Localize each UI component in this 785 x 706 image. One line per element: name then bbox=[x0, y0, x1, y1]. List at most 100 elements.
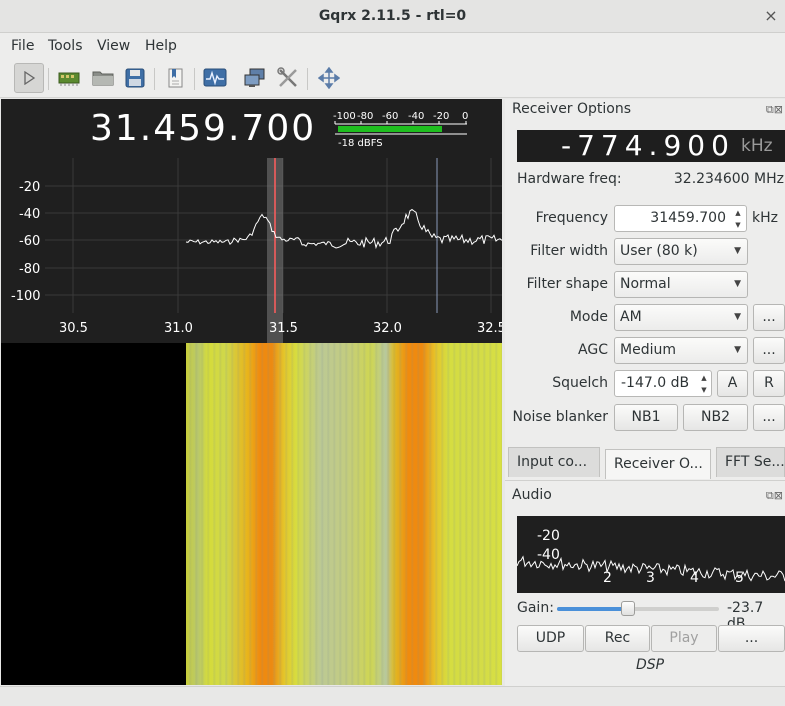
fullscreen-icon[interactable] bbox=[314, 63, 344, 93]
tab-input-controls[interactable]: Input co... bbox=[508, 447, 600, 477]
frequency-unit: kHz bbox=[752, 210, 778, 226]
hardware-freq-row: Hardware freq: 32.234600 MHz bbox=[512, 170, 785, 197]
y-tick: -20 bbox=[19, 180, 40, 195]
filter-shape-select[interactable]: Normal ▼ bbox=[614, 271, 748, 298]
audio-dock-title: Audio bbox=[512, 487, 552, 503]
meter-tick: 0 bbox=[462, 111, 468, 122]
mode-label: Mode bbox=[569, 309, 608, 325]
signal-meter: -100 -80 -60 -40 -20 0 -18 dBFS bbox=[333, 111, 468, 149]
dock-float-icon[interactable]: ⧉⊠ bbox=[766, 489, 783, 503]
squelch-input[interactable]: -147.0 dB ▲ ▼ bbox=[614, 370, 712, 397]
nb-options-button[interactable]: ... bbox=[753, 404, 785, 431]
gain-slider[interactable] bbox=[557, 601, 719, 616]
x-tick: 32.5 bbox=[477, 321, 502, 336]
noise-blanker-label: Noise blanker bbox=[512, 409, 609, 425]
spin-up-icon[interactable]: ▲ bbox=[698, 372, 710, 384]
dsp-button[interactable]: DSP bbox=[636, 657, 664, 673]
mode-options-button[interactable]: ... bbox=[753, 304, 785, 331]
chevron-down-icon: ▼ bbox=[734, 312, 741, 322]
offset-display[interactable]: -774.900 kHz bbox=[517, 130, 785, 162]
dock-float-icon[interactable]: ⧉⊠ bbox=[766, 103, 783, 117]
meter-level-bar bbox=[338, 126, 442, 132]
frequency-input[interactable]: 31459.700 ▲ ▼ bbox=[614, 205, 747, 232]
frequency-row: Frequency 31459.700 ▲ ▼ kHz bbox=[512, 205, 785, 232]
nb2-button[interactable]: NB2 bbox=[683, 404, 748, 431]
y-tick: -40 bbox=[19, 207, 40, 222]
menu-help[interactable]: Help bbox=[145, 38, 177, 54]
agc-select[interactable]: Medium ▼ bbox=[614, 337, 748, 364]
gain-label: Gain: bbox=[517, 600, 554, 616]
x-tick: 32.0 bbox=[373, 321, 402, 336]
audio-x-tick: 2 bbox=[603, 570, 612, 586]
menu-view[interactable]: View bbox=[97, 38, 130, 54]
x-tick: 31.5 bbox=[269, 321, 298, 336]
settings-tools-icon[interactable] bbox=[273, 63, 303, 93]
meter-tick: -60 bbox=[382, 111, 398, 122]
x-tick: 31.0 bbox=[164, 321, 193, 336]
frequency-display[interactable]: 31.459.700 bbox=[90, 108, 316, 149]
audio-spectrum[interactable]: -20 -40 2 3 4 5 bbox=[517, 516, 785, 593]
gain-slider-handle[interactable] bbox=[621, 601, 635, 616]
receiver-dock-title: Receiver Options bbox=[512, 101, 632, 117]
x-tick: 30.5 bbox=[59, 321, 88, 336]
close-icon[interactable]: × bbox=[761, 0, 781, 32]
squelch-auto-button[interactable]: A bbox=[717, 370, 748, 397]
y-tick: -60 bbox=[19, 234, 40, 249]
window-titlebar: Gqrx 2.11.5 - rtl=0 × bbox=[0, 0, 785, 33]
meter-level-label: -18 dBFS bbox=[338, 138, 383, 149]
hardware-icon[interactable] bbox=[54, 63, 84, 93]
toolbar bbox=[0, 60, 785, 98]
rec-button[interactable]: Rec bbox=[585, 625, 650, 652]
tab-fft-settings[interactable]: FFT Se... bbox=[716, 447, 785, 477]
tab-receiver-options[interactable]: Receiver O... bbox=[605, 449, 711, 479]
offset-value: -774.900 bbox=[561, 129, 735, 162]
play-icon[interactable] bbox=[14, 63, 44, 93]
bookmark-icon[interactable] bbox=[160, 63, 190, 93]
audio-y-tick: -40 bbox=[537, 547, 560, 563]
meter-tick: -40 bbox=[408, 111, 424, 122]
spin-down-icon[interactable]: ▼ bbox=[732, 219, 744, 231]
network-icon[interactable] bbox=[240, 63, 270, 93]
offset-unit: kHz bbox=[741, 136, 773, 156]
mode-row: Mode AM ▼ ... bbox=[512, 304, 785, 331]
menubar: File Tools View Help bbox=[0, 33, 785, 60]
window-title: Gqrx 2.11.5 - rtl=0 bbox=[318, 8, 467, 24]
udp-button[interactable]: UDP bbox=[517, 625, 584, 652]
spin-down-icon[interactable]: ▼ bbox=[698, 384, 710, 396]
agc-row: AGC Medium ▼ ... bbox=[512, 337, 785, 364]
hw-freq-value: 32.234600 MHz bbox=[673, 171, 784, 187]
filter-shape-label: Filter shape bbox=[526, 276, 608, 292]
spin-up-icon[interactable]: ▲ bbox=[732, 207, 744, 219]
dock-tabs: Input co... Receiver O... FFT Se... bbox=[508, 447, 785, 479]
status-bar bbox=[0, 686, 785, 706]
fft-icon[interactable] bbox=[200, 63, 230, 93]
squelch-row: Squelch -147.0 dB ▲ ▼ A R bbox=[512, 370, 785, 397]
chevron-down-icon: ▼ bbox=[734, 246, 741, 256]
chevron-down-icon: ▼ bbox=[734, 279, 741, 289]
hw-freq-label: Hardware freq: bbox=[517, 171, 622, 187]
y-tick: -80 bbox=[19, 262, 40, 277]
chevron-down-icon: ▼ bbox=[734, 345, 741, 355]
open-folder-icon[interactable] bbox=[88, 63, 118, 93]
meter-tick: -20 bbox=[433, 111, 449, 122]
y-tick: -100 bbox=[11, 289, 41, 304]
spectrum-plot[interactable]: -20 -40 -60 -80 -100 30.5 31.0 31.5 32.0… bbox=[1, 158, 502, 344]
filter-width-select[interactable]: User (80 k) ▼ bbox=[614, 238, 748, 265]
audio-x-tick: 3 bbox=[646, 570, 655, 586]
menu-file[interactable]: File bbox=[11, 38, 34, 54]
menu-tools[interactable]: Tools bbox=[48, 38, 83, 54]
waterfall[interactable] bbox=[1, 343, 502, 685]
audio-y-tick: -20 bbox=[537, 528, 560, 544]
mode-select[interactable]: AM ▼ bbox=[614, 304, 748, 331]
agc-options-button[interactable]: ... bbox=[753, 337, 785, 364]
agc-label: AGC bbox=[578, 342, 608, 358]
play-button[interactable]: Play bbox=[651, 625, 717, 652]
squelch-reset-button[interactable]: R bbox=[753, 370, 785, 397]
audio-options-button[interactable]: ... bbox=[718, 625, 785, 652]
save-icon[interactable] bbox=[120, 63, 150, 93]
nb1-button[interactable]: NB1 bbox=[614, 404, 678, 431]
filter-shape-row: Filter shape Normal ▼ bbox=[512, 271, 785, 298]
gain-slider-fill bbox=[557, 607, 628, 611]
filter-width-label: Filter width bbox=[530, 243, 608, 259]
meter-tick: -100 bbox=[333, 111, 356, 122]
